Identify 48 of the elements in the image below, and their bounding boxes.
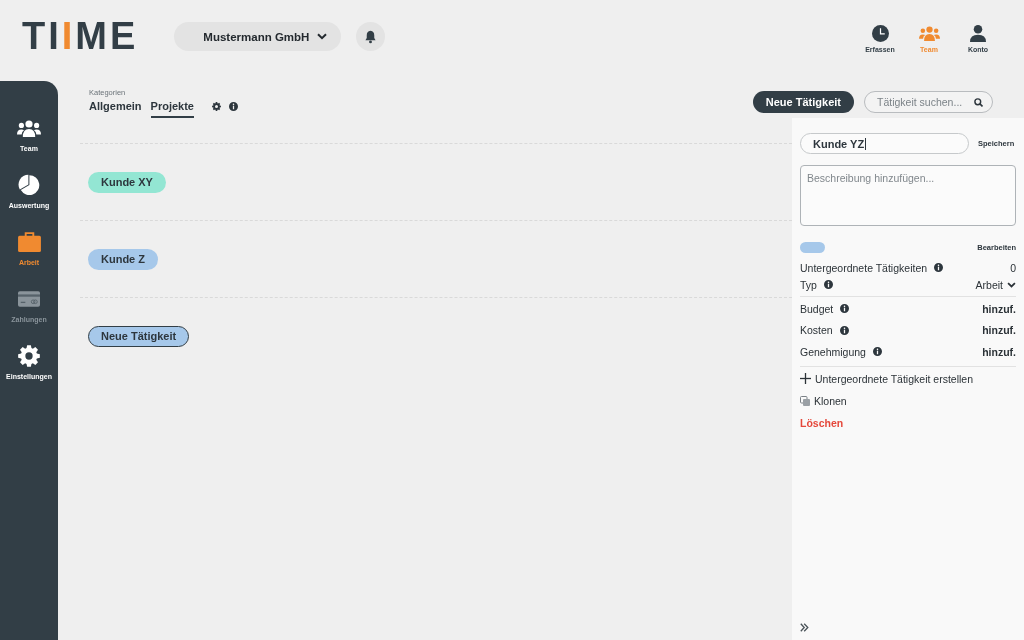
info-icon (839, 325, 849, 335)
search-icon (974, 97, 983, 107)
info-icon (229, 102, 238, 111)
field-value: 0 (1010, 261, 1016, 274)
field-label: Kosten (800, 324, 833, 337)
color-swatch-icon[interactable] (800, 242, 825, 253)
info-icon (840, 304, 850, 314)
search-field[interactable]: Tätigkeit suchen... (864, 91, 993, 113)
pie-chart-icon (18, 174, 40, 196)
team-icon (17, 119, 41, 137)
double-chevron-icon[interactable] (800, 623, 809, 632)
description-field[interactable]: Beschreibung hinzufügen... (800, 165, 1016, 226)
bell-icon (364, 29, 378, 44)
clock-icon (871, 25, 889, 42)
type-dropdown[interactable]: Arbeit (975, 278, 1016, 291)
company-dropdown[interactable]: Mustermann GmbH (174, 22, 342, 51)
field-label: Genehmigung (800, 345, 866, 358)
activity-tag[interactable]: Kunde Z (88, 248, 158, 270)
clone-button[interactable]: Klonen (800, 389, 847, 412)
add-link[interactable]: hinzuf. (982, 302, 1016, 315)
settings-icon (212, 102, 221, 111)
chevron-down-icon (317, 33, 328, 40)
field-label: Typ (800, 278, 817, 291)
logo: TIIME (22, 22, 139, 51)
user-icon (970, 25, 986, 42)
chevron-down-icon (1007, 281, 1016, 288)
briefcase-icon (17, 232, 41, 252)
activity-tag[interactable]: Kunde XY (88, 171, 166, 193)
activity-tag[interactable]: Neue Tätigkeit (88, 325, 190, 347)
notifications-button[interactable] (356, 22, 386, 51)
category-tab[interactable]: Allgemein (89, 100, 142, 118)
card-icon (18, 291, 40, 307)
add-link[interactable]: hinzuf. (982, 345, 1016, 358)
name-field[interactable]: Kunde YZ (800, 133, 969, 154)
copy-icon (800, 395, 810, 406)
field-label: Untergeordnete Tätigkeiten (800, 261, 928, 274)
info-icon (823, 280, 833, 289)
add-link[interactable]: hinzuf. (982, 324, 1016, 337)
category-tab[interactable]: Projekte (150, 100, 194, 118)
team-icon (918, 26, 940, 41)
plus-icon (800, 373, 811, 384)
delete-button[interactable]: Löschen (800, 411, 844, 434)
settings-icon (18, 345, 40, 367)
info-icon (934, 263, 944, 272)
create-subactivity-button[interactable]: Untergeordnete Tätigkeit erstellen (800, 367, 973, 390)
info-icon (872, 347, 882, 357)
field-label: Budget (800, 302, 834, 315)
new-activity-button[interactable]: Neue Tätigkeit (752, 91, 854, 113)
